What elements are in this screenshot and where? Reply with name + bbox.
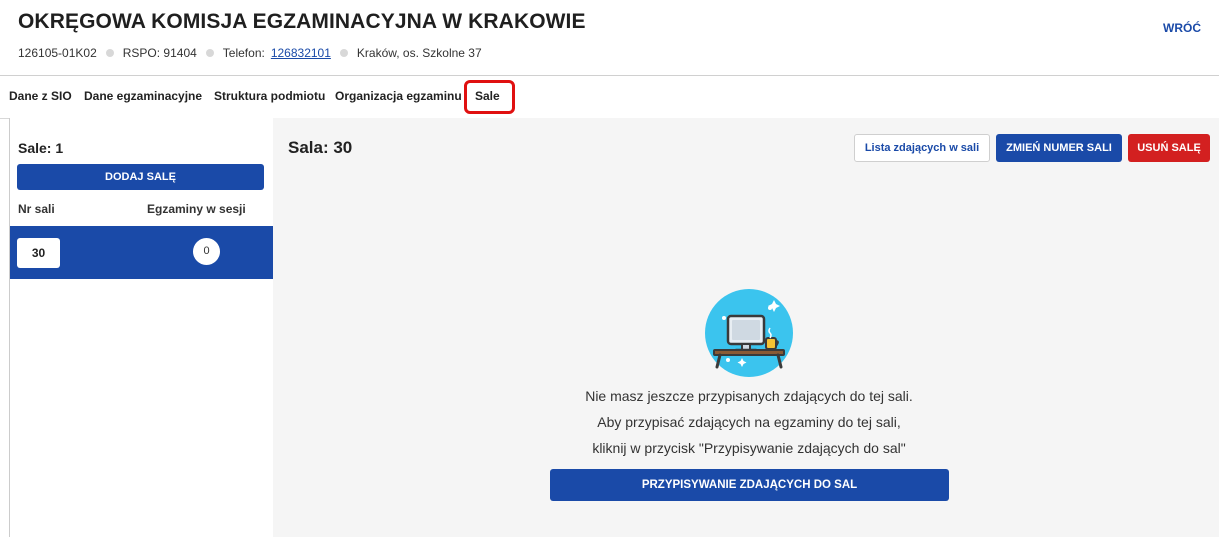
phone-label: Telefon: xyxy=(222,46,265,60)
institution-info: 126105-01K02 RSPO: 91404 Telefon: 126832… xyxy=(18,46,482,60)
room-row[interactable]: 30 0 xyxy=(10,226,274,279)
tab-organizacja-egzaminu[interactable]: Organizacja egzaminu xyxy=(335,89,462,103)
room-title: Sala: 30 xyxy=(288,138,353,157)
empty-message-line-2: Aby przypisać zdających na egzaminy do t… xyxy=(597,414,901,430)
separator-dot xyxy=(339,49,348,57)
page-title: OKRĘGOWA KOMISJA EGZAMINACYJNA W KRAKOWI… xyxy=(18,10,586,33)
tab-struktura-podmiotu[interactable]: Struktura podmiotu xyxy=(214,89,325,103)
col-exams: Egzaminy w sesji xyxy=(147,202,246,216)
tab-highlight-box xyxy=(464,80,515,114)
empty-desk-illustration-icon xyxy=(705,289,793,377)
tab-bar: Dane z SIO Dane egzaminacyjne Struktura … xyxy=(0,76,1219,119)
rooms-sidebar: Sale: 1 DODAJ SALĘ Nr sali Egzaminy w se… xyxy=(9,118,275,537)
header: OKRĘGOWA KOMISJA EGZAMINACYJNA W KRAKOWI… xyxy=(0,0,1219,76)
tab-dane-egzaminacyjne[interactable]: Dane egzaminacyjne xyxy=(84,89,202,103)
institution-code: 126105-01K02 xyxy=(18,46,97,60)
tab-dane-z-sio[interactable]: Dane z SIO xyxy=(9,89,72,103)
back-link[interactable]: WRÓĆ xyxy=(1163,21,1201,35)
col-room-number: Nr sali xyxy=(18,202,55,216)
delete-room-button[interactable]: USUŃ SALĘ xyxy=(1128,134,1210,162)
assign-students-button[interactable]: PRZYPISYWANIE ZDAJĄCYCH DO SAL xyxy=(550,469,949,501)
phone-link[interactable]: 126832101 xyxy=(271,46,331,60)
empty-message-line-3: kliknij w przycisk "Przypisywanie zdając… xyxy=(592,440,906,456)
separator-dot xyxy=(105,49,114,57)
exams-count-badge: 0 xyxy=(193,238,220,265)
room-number: 30 xyxy=(17,238,60,268)
separator-dot xyxy=(205,49,214,57)
rooms-count: Sale: 1 xyxy=(18,140,64,156)
room-details: Sala: 30 Lista zdających w sali ZMIEŃ NU… xyxy=(273,118,1219,537)
students-list-button[interactable]: Lista zdających w sali xyxy=(854,134,990,162)
empty-message-line-1: Nie masz jeszcze przypisanych zdających … xyxy=(585,388,913,404)
address: Kraków, os. Szkolne 37 xyxy=(356,46,482,60)
add-room-button[interactable]: DODAJ SALĘ xyxy=(17,164,264,190)
rspo-number: RSPO: 91404 xyxy=(122,46,197,60)
rename-room-button[interactable]: ZMIEŃ NUMER SALI xyxy=(996,134,1122,162)
